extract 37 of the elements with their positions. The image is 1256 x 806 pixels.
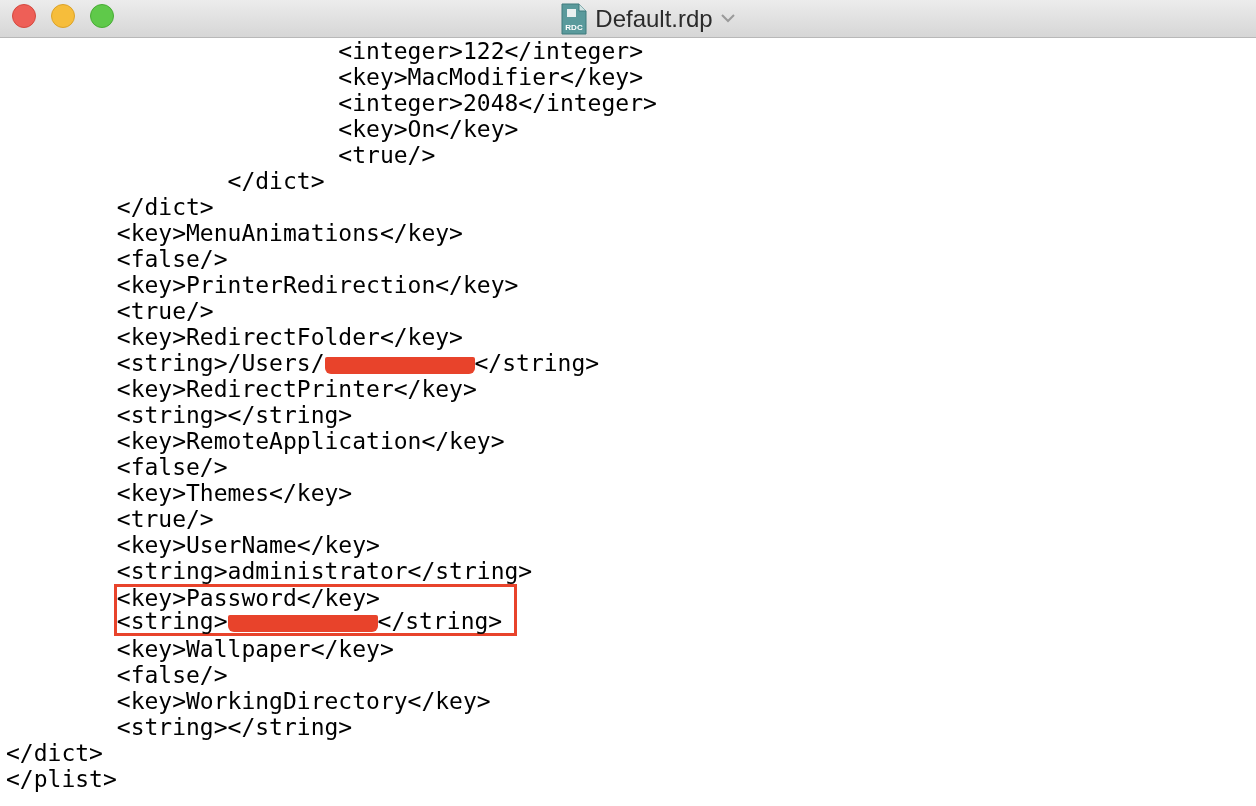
code-line: <key>RedirectPrinter</key> <box>115 376 478 402</box>
minimize-button[interactable] <box>51 4 75 28</box>
code-line: <key>RemoteApplication</key> <box>115 428 506 454</box>
code-line: <string></string> <box>115 714 354 740</box>
code-line: <string>administrator</string> <box>115 558 534 584</box>
code-line: </dict> <box>6 740 104 766</box>
code-text: <string>/Users/ <box>115 350 325 376</box>
code-line: <true/> <box>115 506 215 532</box>
code-line: <key>Themes</key> <box>115 480 354 506</box>
code-line: <true/> <box>115 298 215 324</box>
code-line: <key>MacModifier</key> <box>337 64 644 90</box>
code-line: <false/> <box>115 662 229 688</box>
document-icon: RDC <box>561 2 588 35</box>
code-line: <key>Password</key> <box>116 587 381 610</box>
code-line: </dict> <box>226 168 326 194</box>
code-line: <string></string> <box>115 402 354 428</box>
code-line: <key>UserName</key> <box>115 532 381 558</box>
code-line: <key>RedirectFolder</key> <box>115 324 464 350</box>
code-text: <string> <box>116 610 228 633</box>
code-line: <true/> <box>337 142 437 168</box>
chevron-down-icon[interactable] <box>720 14 735 23</box>
code-text: </string> <box>377 610 503 633</box>
code-line: </plist> <box>6 766 118 792</box>
code-line: <key>WorkingDirectory</key> <box>115 688 492 714</box>
code-line: <key>On</key> <box>337 116 520 142</box>
close-button[interactable] <box>12 4 36 28</box>
zoom-button[interactable] <box>90 4 114 28</box>
code-line: </dict> <box>115 194 215 220</box>
code-line: <false/> <box>115 454 229 480</box>
code-line: <false/> <box>115 246 229 272</box>
code-line: <key>PrinterRedirection</key> <box>115 272 520 298</box>
code-line: <integer>2048</integer> <box>337 90 658 116</box>
code-text: </string> <box>474 350 600 376</box>
code-line: <key>Wallpaper</key> <box>115 636 395 662</box>
window-title: Default.rdp <box>595 4 713 33</box>
code-line: <integer>122</integer> <box>337 38 644 64</box>
code-line: <key>MenuAnimations</key> <box>115 220 464 246</box>
